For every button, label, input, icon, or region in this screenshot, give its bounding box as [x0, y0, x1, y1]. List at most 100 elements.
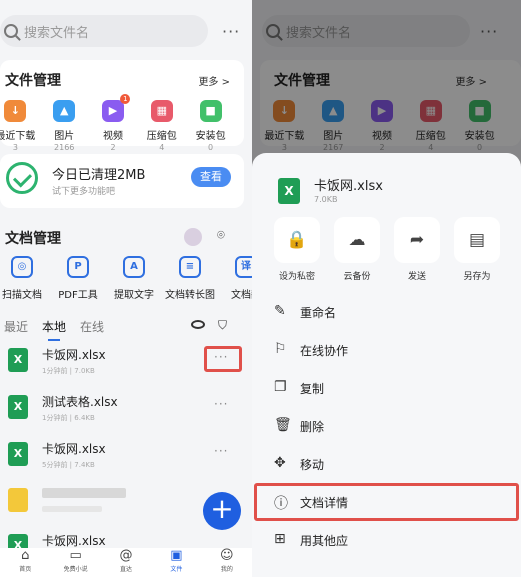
file-icon: ▣ [170, 548, 183, 563]
profile-icon: ☺ [220, 548, 234, 563]
highlight-box-more-button [204, 346, 242, 372]
more-options-button[interactable]: ··· [222, 22, 240, 41]
file-meta: 5分钟前 | 7.4KB [42, 461, 95, 469]
file-name: 卡饭网.xlsx [42, 534, 106, 548]
cleanup-card: 今日已清理2MB 试下更多功能吧 查看 [0, 154, 244, 208]
book-icon: ▭ [69, 548, 82, 563]
sheet-action-button[interactable]: ➦ 发送 [387, 217, 447, 282]
file-name: 测试表格.xlsx [42, 395, 118, 409]
sheet-menu-item[interactable]: ⊞ 用其他应 [252, 523, 521, 557]
file-options-screen: 搜索文件名 ··· 文件管理 更多 > ↓ 最近下载 3 ▲ 图片 2167 ▶ 视频 2 ▦ 压缩… [252, 0, 521, 577]
chat-icon[interactable]: ⌾ [217, 228, 225, 243]
view-button[interactable]: 查看 [191, 167, 231, 187]
sheet-menu-item[interactable]: ❐ 复制 [252, 371, 521, 405]
apps-icon: ⊞ [274, 531, 286, 547]
tile-count: 4 [159, 143, 165, 152]
sheet-menu-item[interactable]: ✎ 重命名 [252, 295, 521, 329]
menu-label: 移动 [300, 458, 325, 472]
doc-tool-button[interactable]: P PDF工具 [50, 256, 106, 301]
action-label: 另存为 [463, 272, 491, 282]
file-options-sheet: X 卡饭网.xlsx 7.0KB 🔒 设为私密 ☁ 云备份 ➦ 发送 ▤ 另存为 ✎ 重命名 ⚐ 在… [252, 153, 521, 577]
sheet-menu-item[interactable]: 🗑 删除 [252, 409, 521, 443]
tile-label: 最近下载 [0, 131, 36, 142]
tile-label: 压缩包 [146, 131, 177, 142]
avatar[interactable] [184, 228, 202, 246]
highlight-box-doc-details [254, 483, 519, 521]
tab-local[interactable]: 本地 [42, 318, 66, 341]
doc-to-image-icon: ≡ [179, 256, 201, 278]
eye-icon[interactable] [191, 320, 205, 329]
notification-badge: 1 [120, 94, 131, 104]
sheet-menu-item[interactable]: ✥ 移动 [252, 447, 521, 481]
camera-icon: ◎ [11, 256, 33, 278]
file-more-button[interactable]: ··· [214, 397, 228, 411]
document-icon [8, 488, 28, 512]
nav-item[interactable]: ⌂ 首页 [0, 548, 50, 577]
file-management-more-link[interactable]: 更多 > [198, 73, 230, 88]
cloud-upload-icon: ☁ [334, 217, 380, 263]
tool-label: PDF工具 [58, 290, 98, 301]
pdf-icon: P [67, 256, 89, 278]
nav-label: 文件 [170, 566, 183, 573]
file-category-tile[interactable]: ▦ 压缩包 4 [137, 100, 186, 152]
add-fab-button[interactable]: + [203, 492, 241, 530]
sheet-action-button[interactable]: 🔒 设为私密 [267, 217, 327, 282]
cleanup-title: 今日已清理2MB [52, 168, 146, 183]
move-icon: ✥ [274, 455, 286, 471]
file-meta: 1分钟前 | 7.0KB [42, 367, 95, 375]
doc-tool-button[interactable]: ◎ 扫描文档 [0, 256, 50, 301]
doc-tool-button[interactable]: A 提取文字 [106, 256, 162, 301]
search-placeholder: 搜索文件名 [24, 25, 90, 41]
file-category-tile[interactable]: ▶ 1 视频 2 [89, 94, 138, 152]
blurred-file-meta [42, 506, 102, 512]
nav-label: 免费小说 [63, 566, 88, 573]
file-management-card: 文件管理 更多 > ↓ 最近下载 3 ▲ 图片 2166 ▶ 1 视频 2 ▦ 压缩包 4 ■ 安装包 0 [0, 60, 244, 152]
file-row[interactable]: X 测试表格.xlsx 1分钟前 | 6.4KB ··· [0, 387, 252, 433]
trash-icon: 🗑 [274, 417, 292, 433]
nav-item[interactable]: ▣ 文件 [151, 548, 201, 577]
excel-file-icon: X [278, 178, 300, 204]
nav-item[interactable]: @ 直达 [101, 548, 151, 577]
image-icon: ▲ [53, 100, 76, 122]
file-meta: 1分钟前 | 6.4KB [42, 414, 95, 422]
file-category-tile[interactable]: ■ 安装包 0 [186, 100, 235, 152]
file-category-tile[interactable]: ↓ 最近下载 3 [0, 100, 40, 152]
doc-tool-button[interactable]: 译文档翻 [218, 256, 252, 301]
sheet-file-name: 卡饭网.xlsx [314, 179, 383, 194]
file-name: 卡饭网.xlsx [42, 442, 106, 456]
doc-management-title: 文档管理 [5, 231, 61, 247]
package-icon: ■ [199, 100, 222, 122]
tool-label: 文档转长图 [165, 290, 215, 301]
save-icon: ▤ [454, 217, 500, 263]
sheet-action-button[interactable]: ▤ 另存为 [447, 217, 507, 282]
menu-label: 删除 [300, 420, 325, 434]
zip-icon: ▦ [150, 100, 173, 122]
text-extract-icon: A [123, 256, 145, 278]
tile-label: 图片 [54, 131, 75, 142]
action-label: 发送 [407, 272, 426, 282]
lock-icon: 🔒 [274, 217, 320, 263]
home-icon: ⌂ [21, 548, 30, 563]
action-label: 设为私密 [278, 272, 315, 282]
sheet-action-button[interactable]: ☁ 云备份 [327, 217, 387, 282]
tab-recent[interactable]: 最近 [4, 318, 28, 335]
filter-icon[interactable]: ⛉ [218, 318, 227, 333]
file-management-title: 文件管理 [5, 73, 61, 89]
collaborate-icon: ⚐ [274, 341, 287, 357]
file-tabs: 最近 本地 在线 [4, 318, 104, 341]
tool-label: 文档翻 [231, 290, 252, 301]
file-category-tile[interactable]: ▲ 图片 2166 [40, 100, 89, 152]
nav-item[interactable]: ▭ 免费小说 [50, 548, 100, 577]
cleanup-subtitle: 试下更多功能吧 [52, 187, 116, 197]
menu-label: 用其他应 [300, 534, 349, 548]
file-more-button[interactable]: ··· [214, 444, 228, 458]
file-row[interactable]: X 卡饭网.xlsx 5分钟前 | 7.4KB ··· [0, 434, 252, 480]
tile-count: 2166 [54, 143, 75, 152]
doc-tool-button[interactable]: ≡ 文档转长图 [162, 256, 218, 301]
file-name: 卡饭网.xlsx [42, 348, 106, 362]
nav-item[interactable]: ☺ 我的 [202, 548, 252, 577]
sheet-menu-item[interactable]: ⚐ 在线协作 [252, 333, 521, 367]
search-bar[interactable]: 搜索文件名 [0, 15, 208, 47]
tab-online[interactable]: 在线 [80, 318, 104, 335]
tile-label: 安装包 [195, 131, 226, 142]
